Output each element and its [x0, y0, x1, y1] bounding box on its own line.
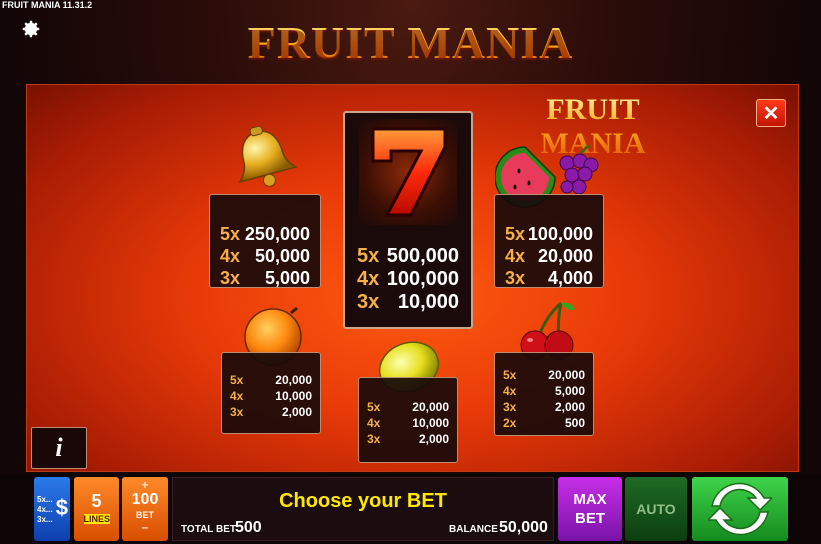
seven-icon — [359, 119, 457, 225]
paytable-line: 3x... — [37, 515, 53, 524]
orange-paytable: 5x 20,000 4x 10,000 3x 2,000 — [221, 352, 321, 434]
lines-button[interactable]: 5 LINES — [74, 477, 119, 541]
bet-minus-icon[interactable]: – — [122, 521, 168, 533]
spin-button[interactable] — [692, 477, 788, 541]
payout: 20,000 — [548, 368, 585, 382]
seven-paytable: 5x 500,000 4x 100,000 3x 10,000 — [343, 111, 473, 329]
bet-button[interactable]: + 100 BET – — [122, 477, 168, 541]
lemon-paytable: 5x 20,000 4x 10,000 3x 2,000 — [358, 377, 458, 463]
multiplier: 3x — [367, 432, 381, 446]
payout: 20,000 — [537, 246, 593, 266]
multiplier: 5x — [230, 373, 244, 387]
multiplier: 5x — [220, 224, 241, 244]
payout: 2,000 — [281, 405, 312, 419]
multiplier: 4x — [503, 384, 517, 398]
payout: 5,000 — [554, 384, 585, 398]
multiplier: 4x — [357, 268, 380, 290]
payout: 500,000 — [386, 245, 459, 267]
auto-button[interactable]: AUTO — [625, 477, 687, 541]
paytable-button[interactable]: 5x... 4x... 3x... $ — [34, 477, 70, 541]
lines-label: LINES — [83, 514, 111, 524]
bet-plus-icon[interactable]: + — [122, 479, 168, 491]
payout: 10,000 — [275, 389, 312, 403]
balance-value: 50,000 — [499, 519, 548, 536]
max-bet-label: BET — [575, 510, 605, 527]
payout: 500 — [564, 416, 585, 430]
payout: 50,000 — [254, 246, 310, 266]
paytable-line: 4x... — [37, 505, 53, 514]
multiplier: 4x — [505, 246, 526, 266]
multiplier: 5x — [505, 224, 526, 244]
bet-value: 100 — [131, 491, 159, 508]
balance-label: BALANCE — [449, 524, 498, 535]
payout: 2,000 — [418, 432, 449, 446]
payout: 10,000 — [412, 416, 449, 430]
payout: 100,000 — [527, 224, 593, 244]
game-logo: FRUIT MANIA — [0, 16, 821, 69]
message-panel: Choose your BET TOTAL BET 500 BALANCE 50… — [172, 477, 554, 541]
multiplier: 4x — [230, 389, 244, 403]
info-button[interactable]: i — [31, 427, 87, 469]
dollar-icon: $ — [55, 495, 68, 520]
payout: 4,000 — [547, 268, 593, 288]
multiplier: 2x — [503, 416, 517, 430]
multiplier: 5x — [357, 245, 380, 267]
multiplier: 3x — [503, 400, 517, 414]
multiplier: 3x — [220, 268, 241, 288]
multiplier: 4x — [220, 246, 241, 266]
lines-value: 5 — [91, 491, 102, 511]
max-bet-button[interactable]: MAX BET — [558, 477, 622, 541]
total-bet-value: 500 — [235, 519, 262, 536]
close-button[interactable]: ✕ — [756, 99, 786, 127]
multiplier: 5x — [503, 368, 517, 382]
cherry-paytable: 5x 20,000 4x 5,000 3x 2,000 2x 500 — [494, 352, 594, 436]
melon-grapes-paytable: 5x 100,000 4x 20,000 3x 4,000 — [494, 194, 604, 288]
paytable-button-lines: 5x... 4x... 3x... — [37, 495, 53, 525]
payout: 250,000 — [244, 224, 310, 244]
total-bet-label: TOTAL BET — [181, 524, 236, 535]
payout: 2,000 — [554, 400, 585, 414]
bell-paytable: 5x 250,000 4x 50,000 3x 5,000 — [209, 194, 321, 288]
payout: 100,000 — [386, 268, 459, 290]
multiplier: 4x — [367, 416, 381, 430]
multiplier: 5x — [367, 400, 381, 414]
paytable-line: 5x... — [37, 495, 53, 504]
spin-arrows-icon — [708, 482, 772, 536]
multiplier: 3x — [230, 405, 244, 419]
payout: 5,000 — [264, 268, 310, 288]
paytable-panel: FRUIT MANIA ✕ 5x 250,000 4x 50,000 3x 5,000… — [26, 84, 799, 472]
version-label: FRUIT MANIA 11.31.2 — [2, 0, 93, 10]
payout: 20,000 — [412, 400, 449, 414]
max-bet-label: MAX — [573, 491, 607, 508]
bell-icon — [238, 125, 298, 187]
payout: 20,000 — [275, 373, 312, 387]
payout: 10,000 — [397, 291, 459, 313]
multiplier: 3x — [505, 268, 526, 288]
multiplier: 3x — [357, 291, 380, 313]
status-message: Choose your BET — [279, 490, 447, 512]
